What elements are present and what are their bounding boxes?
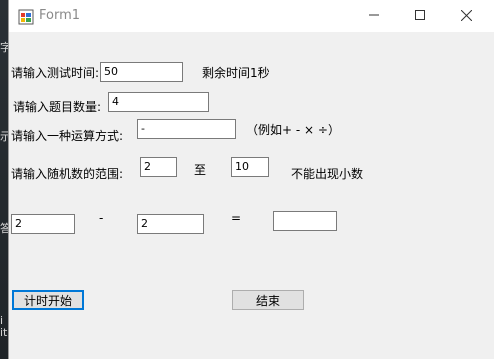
maximize-button[interactable] — [397, 0, 443, 30]
operand1-field[interactable]: 2 — [11, 214, 75, 234]
range-min-input[interactable]: 2 — [140, 157, 177, 177]
question-count-label: 请输入题目数量: — [13, 100, 102, 114]
operation-input[interactable]: - — [137, 119, 236, 139]
desktop-background: 字 示 答 i it — [0, 0, 11, 359]
test-time-label: 请输入测试时间: — [11, 66, 100, 80]
window-title: Form1 — [39, 8, 81, 23]
equals-label: = — [231, 211, 242, 225]
question-count-input[interactable]: 4 — [108, 92, 209, 112]
title-bar[interactable]: Form1 — [9, 0, 494, 32]
range-label: 请输入随机数的范围: — [11, 167, 124, 181]
range-to-label: 至 — [194, 163, 207, 177]
operation-label: 请输入一种运算方式: — [11, 129, 124, 143]
no-decimal-label: 不能出现小数 — [291, 167, 364, 181]
minimize-icon — [369, 14, 379, 16]
desktop-glyph: it — [0, 326, 8, 339]
start-timer-button[interactable]: 计时开始 — [12, 290, 84, 310]
close-icon — [460, 9, 472, 21]
answer-input[interactable] — [273, 211, 337, 231]
minimize-button[interactable] — [351, 0, 397, 30]
form-window: Form1 请输入测试时间: 50 剩余时间1秒 请输入题目数量: 4 请输入一… — [8, 0, 494, 359]
maximize-icon — [415, 10, 425, 20]
operator-label: - — [99, 211, 104, 225]
remaining-time-label: 剩余时间1秒 — [202, 66, 270, 80]
range-max-input[interactable]: 10 — [231, 157, 269, 177]
app-icon — [18, 9, 34, 25]
operand2-field[interactable]: 2 — [137, 214, 204, 234]
close-button[interactable] — [443, 0, 489, 30]
operation-example-label: （例如+ - × ÷） — [246, 123, 340, 137]
end-button[interactable]: 结束 — [232, 290, 304, 310]
test-time-input[interactable]: 50 — [100, 62, 183, 82]
